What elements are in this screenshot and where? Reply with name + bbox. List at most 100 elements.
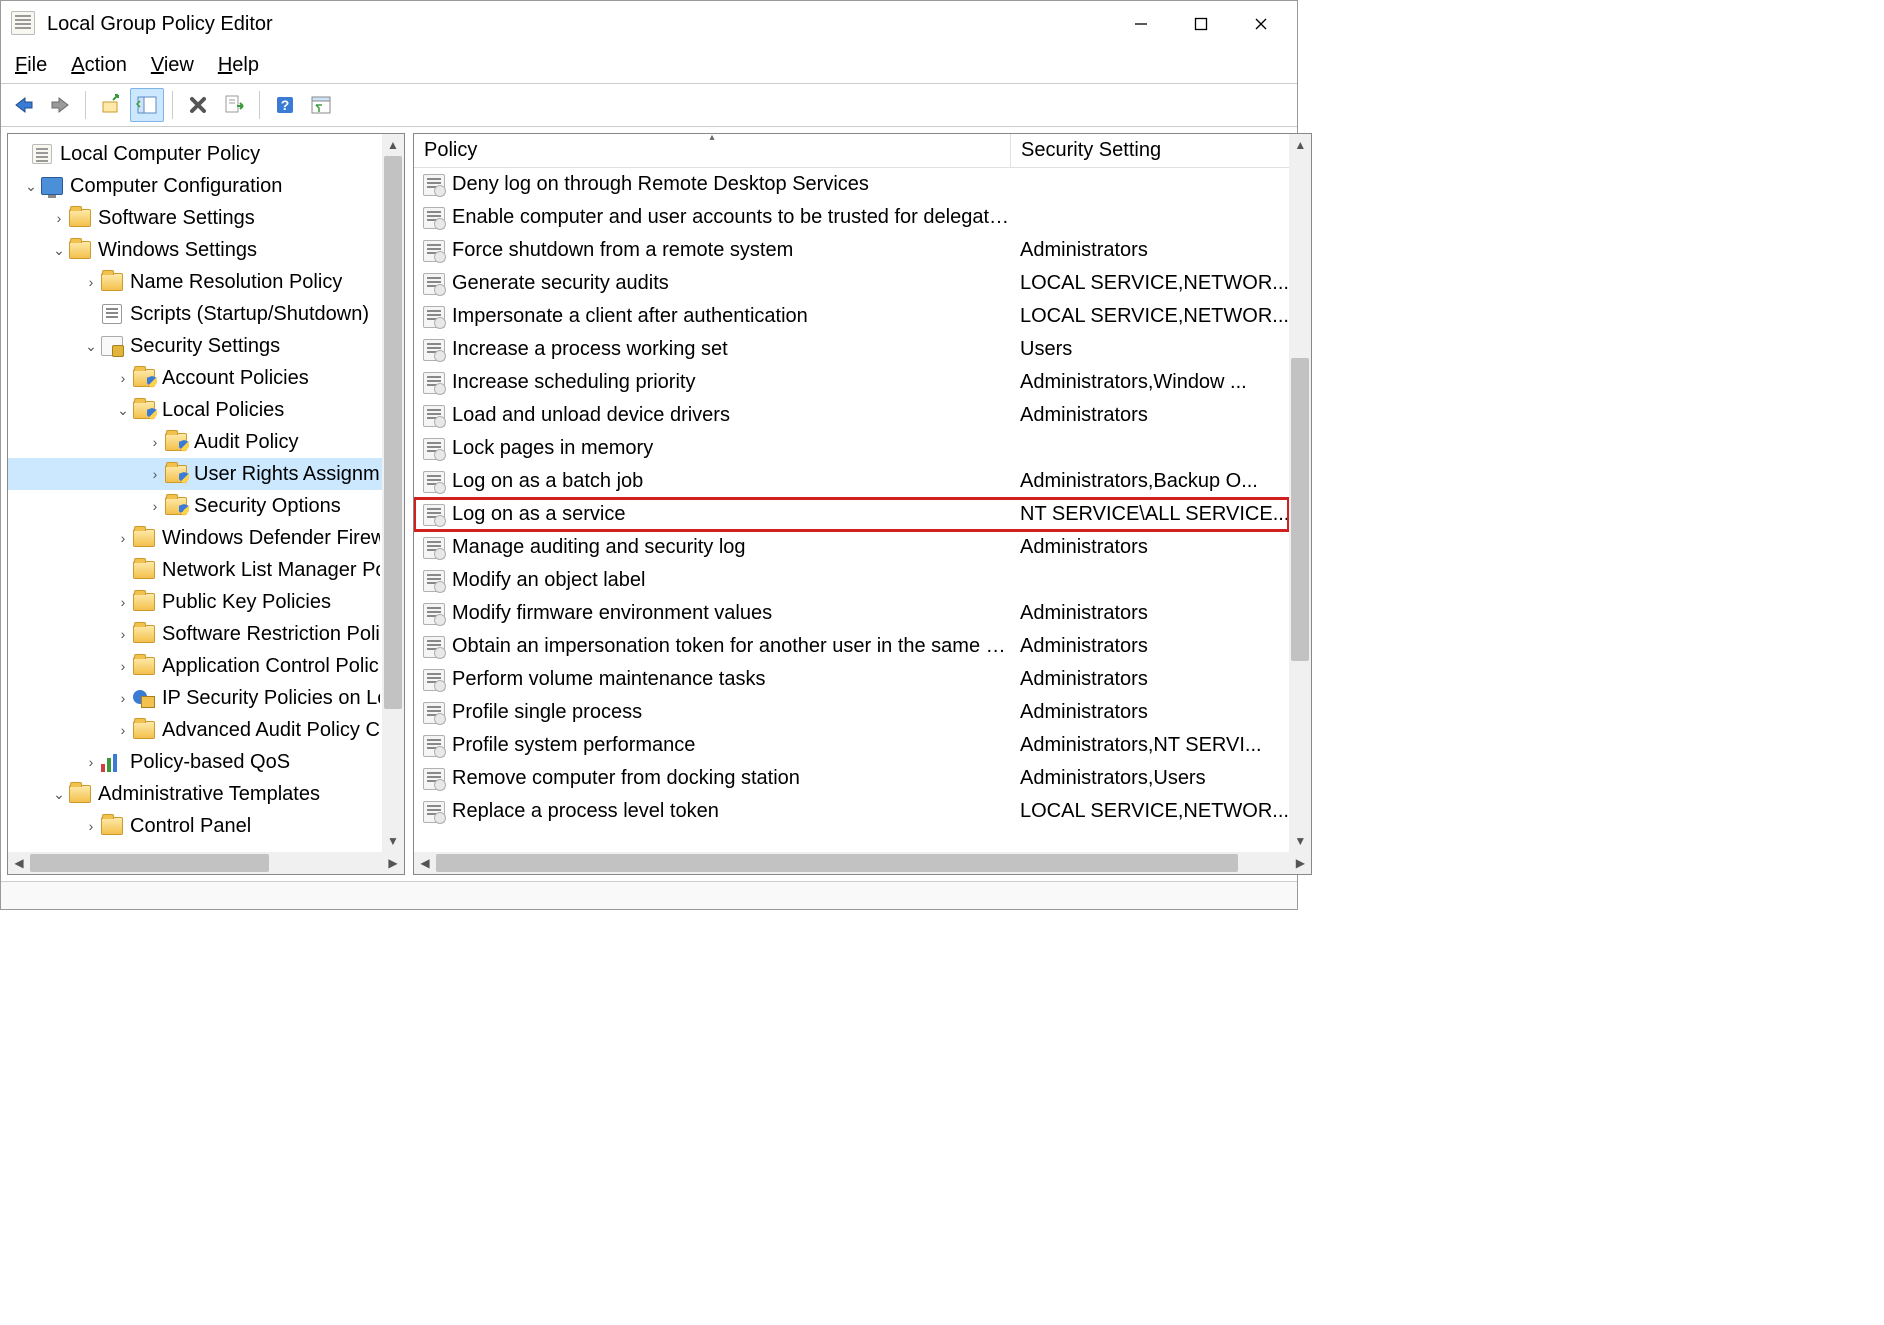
column-header-policy[interactable]: ▴ Policy (414, 134, 1010, 167)
tree-node-security-settings[interactable]: ⌄ Security Settings (8, 330, 382, 362)
tree-node-app-control[interactable]: › Application Control Policies (8, 650, 382, 682)
list-item[interactable]: Manage auditing and security logAdminist… (414, 531, 1289, 564)
list-item[interactable]: Impersonate a client after authenticatio… (414, 300, 1289, 333)
tree-node-root[interactable]: Local Computer Policy (8, 138, 382, 170)
tree-node-network-list[interactable]: Network List Manager Policies (8, 554, 382, 586)
list-item[interactable]: Remove computer from docking stationAdmi… (414, 762, 1289, 795)
policy-setting: Administrators (1010, 668, 1289, 691)
list-item[interactable]: Profile single processAdministrators (414, 696, 1289, 729)
minimize-button[interactable] (1111, 4, 1171, 44)
menu-help[interactable]: Help (218, 54, 259, 77)
back-button[interactable] (7, 88, 41, 122)
tree-vertical-scrollbar[interactable]: ▲ ▼ (382, 134, 404, 852)
tree-node-user-rights[interactable]: › User Rights Assignment (8, 458, 382, 490)
tree-node-public-key[interactable]: › Public Key Policies (8, 586, 382, 618)
policy-name: Deny log on through Remote Desktop Servi… (452, 173, 1010, 196)
policy-name: Log on as a batch job (452, 470, 1010, 493)
list-horizontal-scrollbar[interactable]: ◀ ▶ (414, 852, 1311, 874)
policy-name: Log on as a service (452, 503, 1010, 526)
list-item[interactable]: Replace a process level tokenLOCAL SERVI… (414, 795, 1289, 828)
forward-button[interactable] (43, 88, 77, 122)
tree-node-advanced-audit[interactable]: › Advanced Audit Policy Configuration (8, 714, 382, 746)
scroll-up-icon[interactable]: ▲ (1289, 134, 1311, 156)
list-item[interactable]: Lock pages in memory (414, 432, 1289, 465)
tree-node-control-panel[interactable]: › Control Panel (8, 810, 382, 842)
column-header-setting[interactable]: Security Setting (1010, 134, 1289, 167)
tree-node-security-options[interactable]: › Security Options (8, 490, 382, 522)
list-item[interactable]: Enable computer and user accounts to be … (414, 201, 1289, 234)
folder-icon (68, 207, 92, 229)
export-button[interactable] (217, 88, 251, 122)
tree-node-software-restriction[interactable]: › Software Restriction Policies (8, 618, 382, 650)
tree-label: Audit Policy (194, 431, 299, 454)
policy-name: Profile system performance (452, 734, 1010, 757)
policy-icon (422, 768, 446, 790)
tree-node-account-policies[interactable]: › Account Policies (8, 362, 382, 394)
scroll-right-icon[interactable]: ▶ (382, 852, 404, 874)
policy-name: Increase a process working set (452, 338, 1010, 361)
computer-icon (40, 175, 64, 197)
tree-label: Scripts (Startup/Shutdown) (130, 303, 369, 326)
toolbar: ? (1, 83, 1297, 127)
list-item[interactable]: Obtain an impersonation token for anothe… (414, 630, 1289, 663)
tree-node-policy-qos[interactable]: › Policy-based QoS (8, 746, 382, 778)
menu-action[interactable]: Action (71, 54, 127, 77)
list-item[interactable]: Force shutdown from a remote systemAdmin… (414, 234, 1289, 267)
menu-file[interactable]: File (15, 54, 47, 77)
list-item[interactable]: Generate security auditsLOCAL SERVICE,NE… (414, 267, 1289, 300)
up-button[interactable] (94, 88, 128, 122)
tree-node-ip-security[interactable]: › IP Security Policies on Local Computer (8, 682, 382, 714)
scroll-left-icon[interactable]: ◀ (414, 852, 436, 874)
scroll-up-icon[interactable]: ▲ (382, 134, 404, 156)
sort-ascending-icon: ▴ (709, 134, 714, 143)
list-item[interactable]: Log on as a serviceNT SERVICE\ALL SERVIC… (414, 498, 1289, 531)
scroll-down-icon[interactable]: ▼ (382, 830, 404, 852)
menu-view[interactable]: View (151, 54, 194, 77)
list-item[interactable]: Modify firmware environment valuesAdmini… (414, 597, 1289, 630)
tree[interactable]: Local Computer Policy ⌄ Computer Configu… (8, 134, 382, 852)
window-title: Local Group Policy Editor (47, 13, 1111, 36)
tree-node-windows-settings[interactable]: ⌄ Windows Settings (8, 234, 382, 266)
tree-node-computer-config[interactable]: ⌄ Computer Configuration (8, 170, 382, 202)
filter-button[interactable] (304, 88, 338, 122)
delete-button[interactable] (181, 88, 215, 122)
policy-setting: LOCAL SERVICE,NETWOR... (1010, 800, 1289, 823)
tree-node-software-settings[interactable]: › Software Settings (8, 202, 382, 234)
list-item[interactable]: Perform volume maintenance tasksAdminist… (414, 663, 1289, 696)
scroll-down-icon[interactable]: ▼ (1289, 830, 1311, 852)
list-item[interactable]: Log on as a batch jobAdministrators,Back… (414, 465, 1289, 498)
tree-node-windows-defender[interactable]: › Windows Defender Firewall with Advance… (8, 522, 382, 554)
help-button[interactable]: ? (268, 88, 302, 122)
policy-setting: Administrators (1010, 536, 1289, 559)
policy-setting: Administrators (1010, 602, 1289, 625)
list-item[interactable]: Load and unload device driversAdministra… (414, 399, 1289, 432)
list-item[interactable]: Deny log on through Remote Desktop Servi… (414, 168, 1289, 201)
tree-node-scripts[interactable]: Scripts (Startup/Shutdown) (8, 298, 382, 330)
tree-node-admin-templates[interactable]: ⌄ Administrative Templates (8, 778, 382, 810)
tree-node-name-resolution[interactable]: › Name Resolution Policy (8, 266, 382, 298)
close-button[interactable] (1231, 4, 1291, 44)
scroll-left-icon[interactable]: ◀ (8, 852, 30, 874)
policy-setting: LOCAL SERVICE,NETWOR... (1010, 272, 1289, 295)
toolbar-separator (85, 91, 86, 119)
tree-node-audit-policy[interactable]: › Audit Policy (8, 426, 382, 458)
maximize-button[interactable] (1171, 4, 1231, 44)
tree-label: User Rights Assignment (194, 463, 380, 486)
list-item[interactable]: Profile system performanceAdministrators… (414, 729, 1289, 762)
show-hide-tree-button[interactable] (130, 88, 164, 122)
tree-node-local-policies[interactable]: ⌄ Local Policies (8, 394, 382, 426)
list-vertical-scrollbar[interactable]: ▲ ▼ (1289, 134, 1311, 852)
tree-label: IP Security Policies on Local Computer (162, 687, 380, 710)
tree-label: Windows Settings (98, 239, 257, 262)
list-item[interactable]: Increase scheduling priorityAdministrato… (414, 366, 1289, 399)
scroll-right-icon[interactable]: ▶ (1289, 852, 1311, 874)
tree-horizontal-scrollbar[interactable]: ◀ ▶ (8, 852, 404, 874)
list-item[interactable]: Modify an object label (414, 564, 1289, 597)
policy-name: Profile single process (452, 701, 1010, 724)
folder-icon (100, 815, 124, 837)
policy-icon (422, 372, 446, 394)
list-item[interactable]: Increase a process working setUsers (414, 333, 1289, 366)
policy-name: Enable computer and user accounts to be … (452, 206, 1010, 229)
policy-name: Manage auditing and security log (452, 536, 1010, 559)
list-header: ▴ Policy Security Setting (414, 134, 1289, 168)
